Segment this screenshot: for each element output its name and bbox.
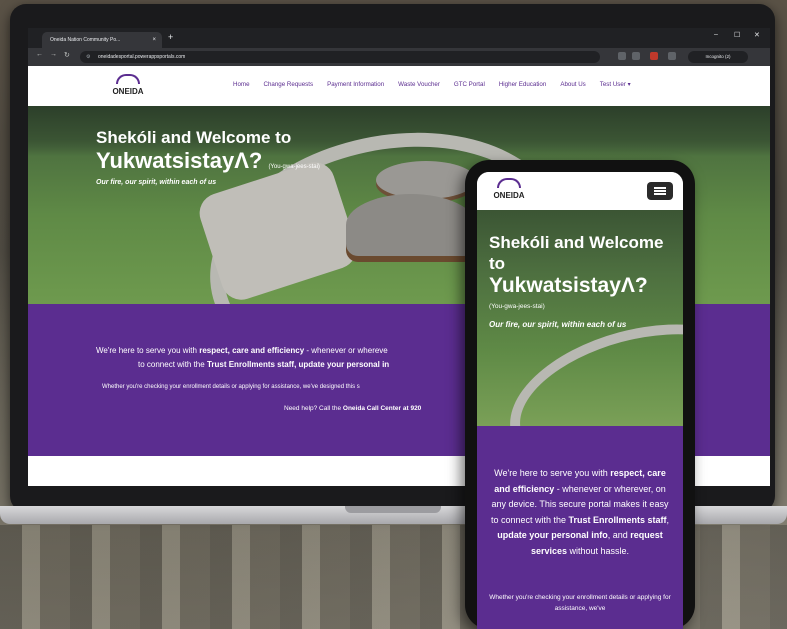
intro-text: We're here to serve you with [96,346,200,355]
help-text: Need help? Call the [284,405,343,412]
url-text: oneidadesportal.powerappsportals.com [98,54,186,60]
phone-site-header: ONEIDA [477,172,683,210]
sidebar-icon[interactable] [668,52,676,60]
new-tab-icon[interactable]: + [168,32,173,42]
phone-hero-title-line2: YukwatsistayΛ? [489,274,648,297]
phone-hero-title-line1: Shekóli and Welcome to [489,233,664,273]
nav-payment-information[interactable]: Payment Information [327,81,384,88]
help-phone: at 920 [401,405,422,412]
logo-arc [497,178,521,188]
logo-text: ONEIDA [493,191,525,200]
nav-waste-voucher[interactable]: Waste Voucher [398,81,440,88]
intro-line-2: to connect with the Trust Enrollments st… [138,360,389,369]
incognito-badge[interactable]: Incognito (2) [688,51,748,63]
phone-screen: ONEIDA Shekóli and Welcome to Yukwatsist… [477,172,683,629]
intro-emphasis: update your personal info [497,530,608,540]
tab-title: Oneida Nation Community Po... [50,37,121,43]
intro-text: , and [607,530,631,540]
hero-title-line1: Shekóli and Welcome to [96,128,292,147]
forward-icon[interactable]: → [50,51,57,58]
phone-mockup: ONEIDA Shekóli and Welcome to Yukwatsist… [465,160,695,629]
intro-text: We're here to serve you with [494,468,611,478]
intro-emphasis: respect, care and efficiency [199,346,305,355]
tab-close-icon[interactable]: × [152,32,156,48]
browser-tabbar: Oneida Nation Community Po... × + – ☐ ✕ [28,28,770,48]
nav-about-us[interactable]: About Us [560,81,585,88]
intro-text: without hassle. [567,545,630,556]
maximize-icon[interactable]: ☐ [734,31,740,39]
logo-arc [116,74,140,84]
hero-building [346,194,476,256]
back-icon[interactable]: ← [36,51,43,58]
hero-title-line2: YukwatsistayΛ? (You-gwa-jees-stai) [96,148,320,174]
nav-home[interactable]: Home [233,81,250,88]
hero-motto: Our fire, our spirit, within each of us [96,179,217,186]
intro-text: , [666,514,670,525]
nav-change-requests[interactable]: Change Requests [264,81,314,88]
address-bar[interactable]: ⚙ oneidadesportal.powerappsportals.com [80,51,600,63]
phone-hero-pronunciation: (You-gwa-jees-stai) [489,303,545,310]
help-line: Need help? Call the Oneida Call Center a… [284,405,421,412]
minimize-icon[interactable]: – [714,31,718,38]
intro-text: - whenever or whereve [304,346,388,355]
bookmark-star-icon[interactable] [632,52,640,60]
phone-intro-paragraph: We're here to serve you with respect, ca… [487,466,673,559]
intro-text: to connect with the [138,360,207,369]
nav-user-menu[interactable]: Test User ▾ [600,81,631,88]
hero-pronunciation: (You-gwa-jees-stai) [268,164,320,170]
laptop-notch [345,506,441,513]
site-header: ONEIDA Home Change Requests Payment Info… [28,66,770,106]
site-info-icon[interactable]: ⚙ [86,51,90,63]
intro-line-3: Whether you're checking your enrollment … [102,384,360,390]
logo-text: ONEIDA [112,87,144,96]
hero-title-word: YukwatsistayΛ? [96,148,263,173]
extension-icon[interactable] [618,52,626,60]
close-window-icon[interactable]: ✕ [754,31,760,39]
intro-emphasis: Trust Enrollments staff [568,514,667,525]
oneida-logo[interactable]: ONEIDA [108,74,148,102]
extension-icon[interactable] [650,52,658,60]
hero-building [376,161,476,199]
browser-tab[interactable]: Oneida Nation Community Po... × [42,32,162,48]
intro-line-1: We're here to serve you with respect, ca… [96,346,388,355]
intro-emphasis: Trust Enrollments staff, update your per… [206,360,390,369]
browser-toolbar: ← → ↻ ⚙ oneidadesportal.powerappsportals… [28,48,770,66]
nav-higher-education[interactable]: Higher Education [499,81,546,88]
main-nav: Home Change Requests Payment Information… [233,81,631,88]
phone-hero: Shekóli and Welcome to YukwatsistayΛ? (Y… [477,210,683,426]
phone-intro-paragraph-2: Whether you're checking your enrollment … [489,594,671,612]
oneida-logo[interactable]: ONEIDA [489,178,529,206]
nav-gtc-portal[interactable]: GTC Portal [454,81,485,88]
phone-hero-motto: Our fire, our spirit, within each of us [489,320,627,329]
call-center-link[interactable]: Oneida Call Center [343,405,401,412]
hero-road [493,298,683,426]
hamburger-menu-icon[interactable] [647,182,673,200]
phone-intro-section: We're here to serve you with respect, ca… [477,426,683,629]
reload-icon[interactable]: ↻ [64,51,70,59]
